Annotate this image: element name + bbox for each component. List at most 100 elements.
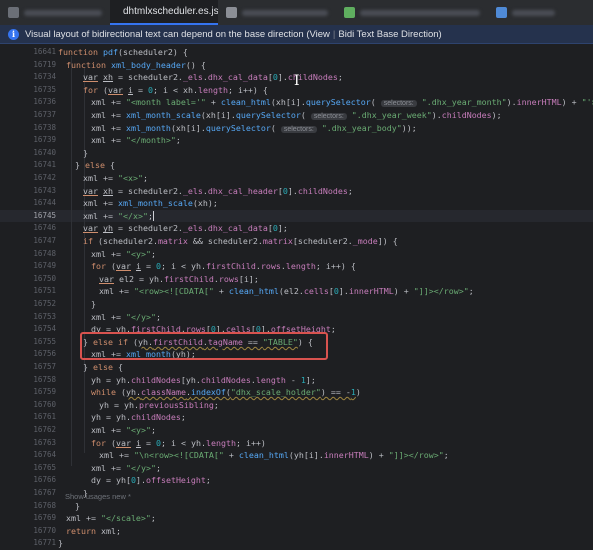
code-line[interactable]: } — [75, 500, 80, 513]
bidi-notification-banner: i Visual layout of bidirectional text ca… — [0, 25, 593, 44]
line-number-gutter: 16641 16719 16734 16735 16736 16737 16738 16739… — [0, 44, 58, 547]
highlight-annotation-box — [80, 332, 328, 360]
line-number: 16740 — [33, 147, 56, 157]
file-icon — [344, 7, 355, 18]
line-number: 16742 — [33, 173, 56, 182]
line-number: 16759 — [33, 387, 56, 397]
code-line[interactable]: } else { — [83, 361, 123, 374]
code-line[interactable]: xml += "</month>"; — [91, 134, 181, 147]
line-number: 16764 — [33, 450, 56, 460]
line-number: 16766 — [33, 475, 56, 485]
code-editor[interactable]: 16641 16719 16734 16735 16736 16737 16738 16739… — [0, 44, 593, 548]
code-line[interactable]: for (var i = 0; i < xh.length; i++) { — [83, 84, 268, 97]
line-number: 16758 — [33, 374, 56, 384]
code-line[interactable]: dy = yh[0].offsetHeight; — [91, 474, 211, 487]
line-number: 16752 — [33, 299, 56, 308]
code-line[interactable]: xml += "<month label='" + clean_html(xh[… — [91, 96, 593, 109]
line-number: 16736 — [33, 97, 56, 107]
banner-separator: | — [332, 28, 336, 40]
line-number: 16738 — [33, 122, 56, 132]
tab-active-file[interactable]: dhtmlxscheduler.es.js — [110, 0, 218, 25]
line-number: 16753 — [33, 311, 56, 321]
tab-file[interactable] — [0, 0, 110, 25]
blurred-tab-label — [23, 9, 102, 16]
code-line[interactable]: function pdf(scheduler2) { — [58, 46, 188, 59]
line-number: 16771 — [33, 538, 56, 548]
code-line[interactable]: xml += "</scale>"; — [66, 512, 156, 525]
code-line[interactable]: yh = yh.previousSibling; — [99, 399, 219, 412]
code-line[interactable]: xml += "<row><![CDATA[" + clean_html(el2… — [99, 285, 474, 298]
line-number: 16734 — [33, 72, 56, 82]
line-number: 16767 — [33, 488, 56, 497]
line-number: 16749 — [33, 261, 56, 271]
line-number: 16762 — [33, 425, 56, 434]
code-line[interactable]: xml += "<y>"; — [91, 424, 156, 437]
code-line[interactable]: for (var i = 0; i < yh.length; i++) — [91, 437, 266, 450]
code-line[interactable]: xml += "</y>"; — [91, 311, 161, 324]
line-number: 16751 — [33, 286, 56, 296]
blurred-tab-label — [359, 9, 480, 16]
code-line[interactable]: xml += xml_month_scale(xh[i].querySelect… — [91, 109, 502, 122]
code-line[interactable]: function xml_body_header() { — [66, 59, 206, 72]
code-line[interactable]: } — [91, 298, 96, 311]
code-line[interactable]: if (scheduler2.matrix && scheduler2.matr… — [83, 235, 398, 248]
line-number: 16746 — [33, 223, 56, 233]
line-number: 16744 — [33, 198, 56, 208]
info-icon: i — [8, 28, 19, 40]
line-number: 16765 — [33, 462, 56, 472]
line-number: 16760 — [33, 399, 56, 409]
code-line[interactable]: xml += "<y>"; — [91, 248, 156, 261]
code-line[interactable]: yh = yh.childNodes; — [91, 411, 186, 424]
code-line[interactable]: var xh = scheduler2._els.dhx_cal_header[… — [83, 185, 353, 198]
tab-file[interactable] — [336, 0, 488, 25]
line-number: 16719 — [33, 59, 56, 69]
indent-guide — [84, 68, 85, 453]
code-line[interactable]: yh = yh.childNodes[yh.childNodes.length … — [91, 374, 316, 387]
line-number: 16750 — [33, 273, 56, 283]
code-line[interactable]: xml += xml_month(xh[i].querySelector( se… — [91, 122, 417, 135]
code-line[interactable]: } — [83, 147, 88, 160]
line-number: 16747 — [33, 236, 56, 245]
indent-guide — [71, 56, 72, 466]
tab-label: dhtmlxscheduler.es.js — [123, 6, 218, 17]
line-number: 16745 — [33, 210, 56, 220]
line-number: 16737 — [33, 110, 56, 119]
line-number: 16741 — [33, 160, 56, 170]
file-icon — [226, 7, 237, 18]
code-line[interactable]: xml += "\n<row><![CDATA[" + clean_html(y… — [99, 449, 449, 462]
code-line[interactable]: var yh = scheduler2._els.dhx_cal_data[0]… — [83, 222, 288, 235]
code-line[interactable]: var xh = scheduler2._els.dhx_cal_data[0]… — [83, 71, 343, 84]
line-number: 16748 — [33, 248, 56, 258]
code-line[interactable]: xml += xml_month_scale(xh); — [83, 197, 218, 210]
code-line[interactable]: while (yh.className.indexOf("dhx_scale_h… — [91, 386, 361, 399]
line-number: 16755 — [33, 336, 56, 346]
code-line[interactable]: for (var i = 0; i < yh.firstChild.rows.l… — [91, 260, 356, 273]
code-line[interactable]: xml += "<x>"; — [83, 172, 148, 185]
banner-message: Visual layout of bidirectional text can … — [25, 28, 330, 40]
editor-tab-bar: dhtmlxscheduler.es.js — [0, 0, 593, 26]
line-number: 16735 — [33, 84, 56, 94]
code-line[interactable]: return xml; — [66, 525, 121, 538]
line-number: 16757 — [33, 362, 56, 371]
code-line[interactable]: xml += "</x>"; — [83, 210, 154, 223]
code-line[interactable]: } — [58, 537, 63, 550]
code-line[interactable]: xml += "</y>"; — [91, 462, 161, 475]
line-number: 16770 — [33, 525, 56, 535]
text-cursor-icon: I — [294, 73, 300, 89]
line-number: 16768 — [33, 500, 56, 510]
line-number: 16754 — [33, 324, 56, 334]
tab-file[interactable] — [488, 0, 563, 25]
line-number: 16769 — [33, 513, 56, 523]
bidi-setting-link[interactable]: Bidi Text Base Direction) — [338, 29, 441, 40]
blurred-tab-label — [511, 9, 555, 16]
code-area[interactable]: function pdf(scheduler2) {function xml_b… — [58, 44, 593, 548]
code-line[interactable]: } else { — [75, 159, 115, 172]
tab-file[interactable] — [218, 0, 336, 25]
file-icon — [8, 7, 19, 18]
line-number: 16756 — [33, 349, 56, 359]
code-line[interactable]: var el2 = yh.firstChild.rows[i]; — [99, 273, 259, 286]
line-number: 16763 — [33, 437, 56, 447]
blurred-tab-label — [241, 9, 328, 16]
line-number: 16743 — [33, 185, 56, 195]
line-number: 16641 — [33, 47, 56, 56]
